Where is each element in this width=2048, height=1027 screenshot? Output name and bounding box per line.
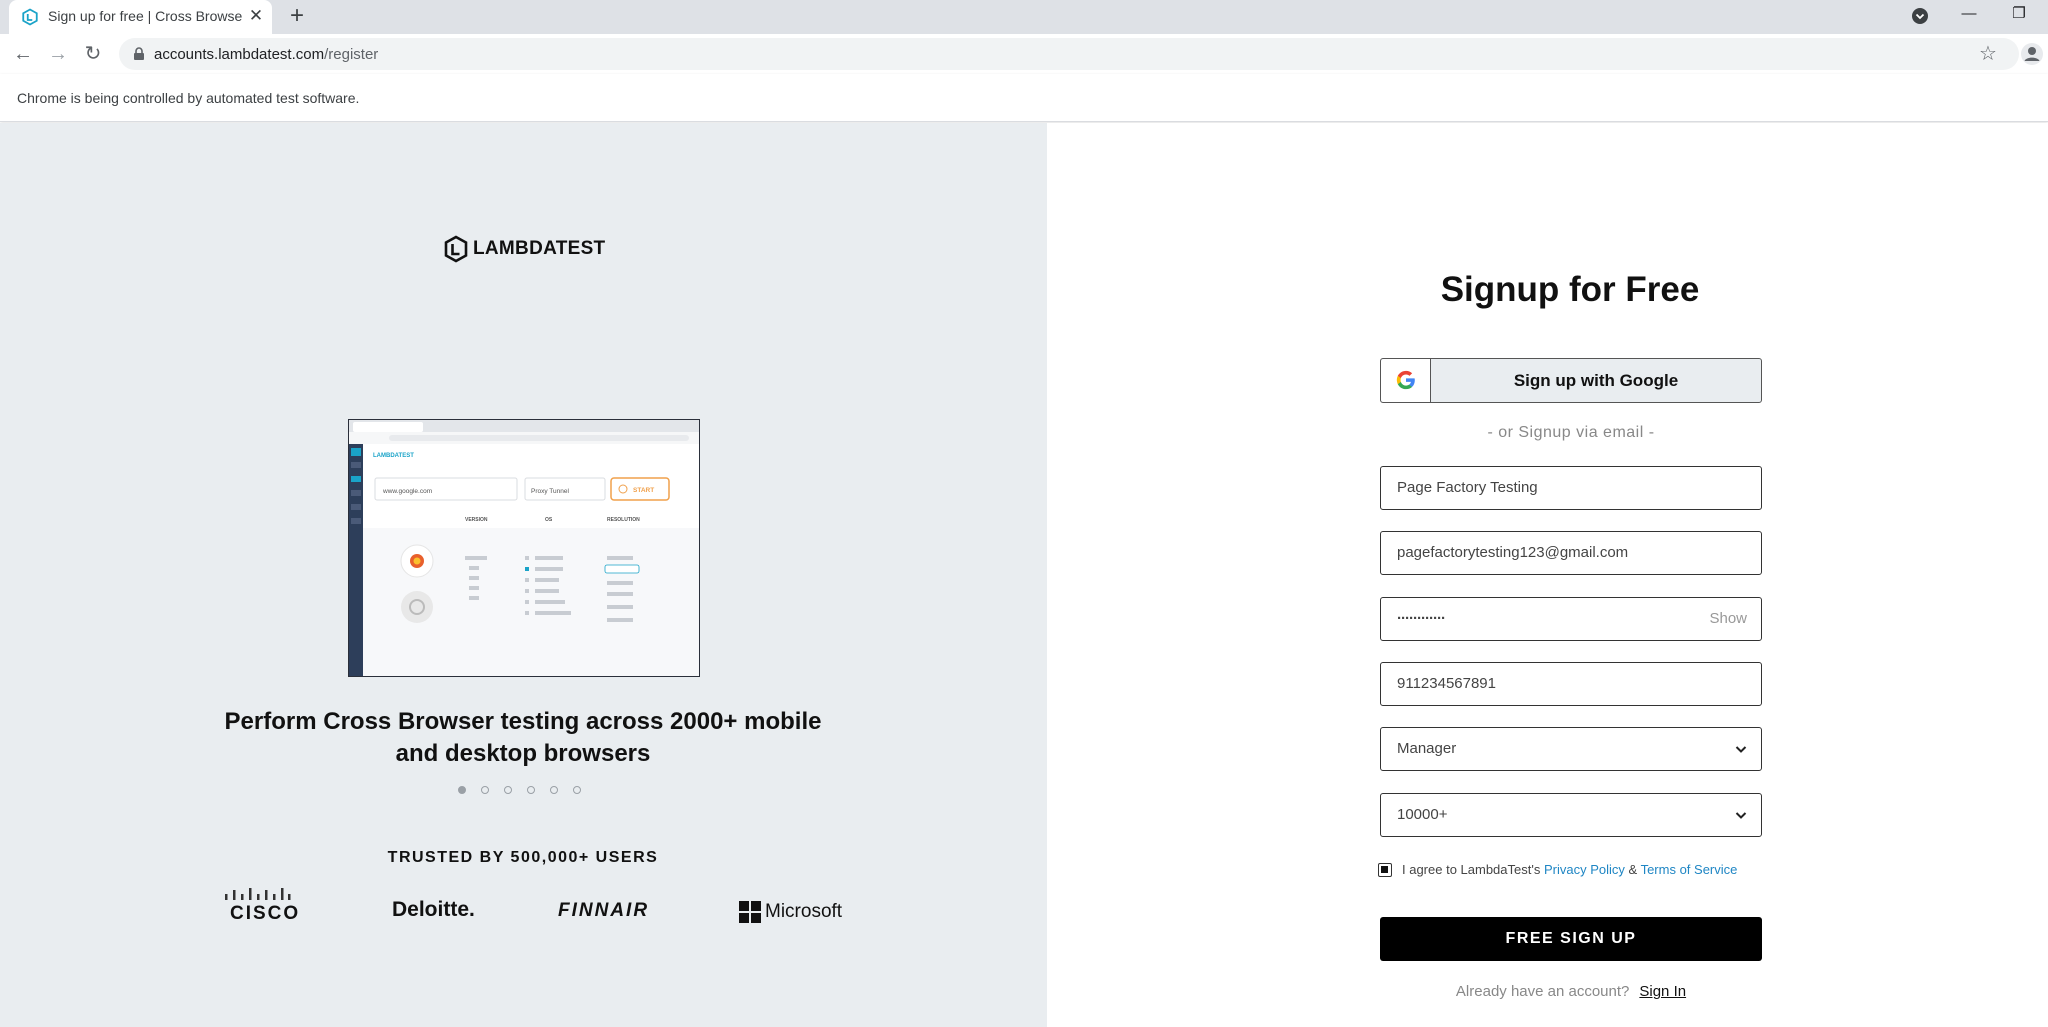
tab-title: Sign up for free | Cross Browser T xyxy=(48,8,242,24)
finnair-logo: FINNAIR xyxy=(558,900,649,922)
password-field[interactable]: ············ Show xyxy=(1380,597,1762,641)
finnair-text: FINNAIR xyxy=(558,900,650,921)
google-icon xyxy=(1396,370,1415,390)
account-icon[interactable] xyxy=(2020,42,2044,66)
phone-field[interactable]: 911234567891 xyxy=(1380,662,1762,706)
close-icon[interactable]: ✕ xyxy=(245,5,267,27)
name-value: Page Factory Testing xyxy=(1397,479,1538,496)
chevron-down-icon xyxy=(1735,746,1747,753)
company-size-value: 10000+ xyxy=(1397,806,1448,823)
name-field[interactable]: Page Factory Testing xyxy=(1380,466,1762,510)
privacy-policy-link[interactable]: Privacy Policy xyxy=(1544,862,1625,877)
company-size-select[interactable]: 10000+ xyxy=(1380,793,1762,837)
google-signup-button[interactable]: Sign up with Google xyxy=(1380,358,1762,403)
email-value: pagefactorytesting123@gmail.com xyxy=(1397,544,1629,561)
free-signup-button[interactable]: FREE SIGN UP xyxy=(1380,917,1762,961)
microsoft-text: Microsoft xyxy=(765,901,843,922)
carousel-dot[interactable] xyxy=(504,786,512,794)
svg-text:LAMBDATEST: LAMBDATEST xyxy=(373,453,414,459)
deloitte-logo: Deloitte. xyxy=(392,898,475,922)
preview-url: www.google.com xyxy=(382,488,432,495)
phone-value: 911234567891 xyxy=(1397,675,1496,692)
browser-tab-active[interactable]: Sign up for free | Cross Browser T ✕ xyxy=(9,0,272,34)
google-icon-box xyxy=(1381,359,1431,402)
lambdatest-logo-icon xyxy=(444,235,468,263)
preview-graphic: LAMBDATEST www.google.com Proxy Tunnel S… xyxy=(349,420,699,676)
terms-checkbox[interactable] xyxy=(1378,863,1392,877)
forward-button[interactable]: → xyxy=(43,39,73,69)
show-password-toggle[interactable]: Show xyxy=(1709,610,1747,627)
designation-select[interactable]: Manager xyxy=(1380,727,1762,771)
product-preview-image: LAMBDATEST www.google.com Proxy Tunnel S… xyxy=(348,419,700,677)
preview-col-os: OS xyxy=(545,517,553,523)
cisco-text: CISCO xyxy=(230,903,301,924)
url-text: accounts.lambdatest.com/register xyxy=(154,46,379,63)
terms-of-service-link[interactable]: Terms of Service xyxy=(1641,862,1738,877)
have-account-text: Already have an account? xyxy=(1455,983,1630,1000)
back-button[interactable]: ← xyxy=(8,39,38,69)
password-value: ············ xyxy=(1397,610,1446,627)
designation-value: Manager xyxy=(1397,740,1457,757)
preview-col-resolution: RESOLUTION xyxy=(607,517,640,523)
carousel-dot[interactable] xyxy=(458,786,466,794)
lambdatest-favicon-icon xyxy=(22,8,38,26)
signin-prompt: Already have an account? Sign In xyxy=(1380,983,1762,1000)
email-field[interactable]: pagefactorytesting123@gmail.com xyxy=(1380,531,1762,575)
carousel-dot[interactable] xyxy=(550,786,558,794)
minimize-icon[interactable]: — xyxy=(1946,0,1992,30)
preview-col-version: VERSION xyxy=(465,517,488,523)
promo-caption: Perform Cross Browser testing across 200… xyxy=(224,708,822,767)
signup-panel xyxy=(1047,123,2048,1027)
tab-strip: Sign up for free | Cross Browser T ✕ + —… xyxy=(0,0,2048,34)
star-icon[interactable]: ☆ xyxy=(1979,41,1997,66)
carousel-dot[interactable] xyxy=(573,786,581,794)
terms-text: I agree to LambdaTest's Privacy Policy &… xyxy=(1402,862,1737,877)
carousel-dot[interactable] xyxy=(527,786,535,794)
page-title: Signup for Free xyxy=(1440,270,1700,309)
trusted-heading: TRUSTED BY 500,000+ USERS xyxy=(387,849,659,866)
browser-toolbar: ← → ↻ accounts.lambdatest.com/register ☆ xyxy=(0,34,2048,74)
or-divider: - or Signup via email - xyxy=(1487,424,1655,441)
microsoft-squares-icon xyxy=(739,901,761,923)
lock-icon xyxy=(134,47,144,60)
cisco-logo: CISCO xyxy=(222,886,298,924)
reload-button[interactable]: ↻ xyxy=(78,39,108,69)
ampersand: & xyxy=(1628,862,1638,877)
plus-icon[interactable]: + xyxy=(283,3,311,31)
google-signup-label: Sign up with Google xyxy=(1513,371,1679,390)
address-bar[interactable]: accounts.lambdatest.com/register ☆ xyxy=(119,38,2019,70)
agree-prefix: I agree to LambdaTest's xyxy=(1402,862,1541,877)
carousel-dot[interactable] xyxy=(481,786,489,794)
chevron-down-icon xyxy=(1735,812,1747,819)
restore-icon[interactable]: ❐ xyxy=(1996,0,2042,30)
tab-search-icon[interactable] xyxy=(1910,6,1930,26)
preview-tunnel: Proxy Tunnel xyxy=(531,488,569,495)
preview-start: START xyxy=(633,487,654,494)
brand-name: LAMBDATEST xyxy=(473,238,606,259)
infobar-text: Chrome is being controlled by automated … xyxy=(17,90,360,106)
cisco-bars-icon xyxy=(225,888,291,900)
sign-in-link[interactable]: Sign In xyxy=(1639,983,1686,1000)
deloitte-text: Deloitte. xyxy=(392,898,475,921)
automation-infobar: Chrome is being controlled by automated … xyxy=(0,74,2048,122)
